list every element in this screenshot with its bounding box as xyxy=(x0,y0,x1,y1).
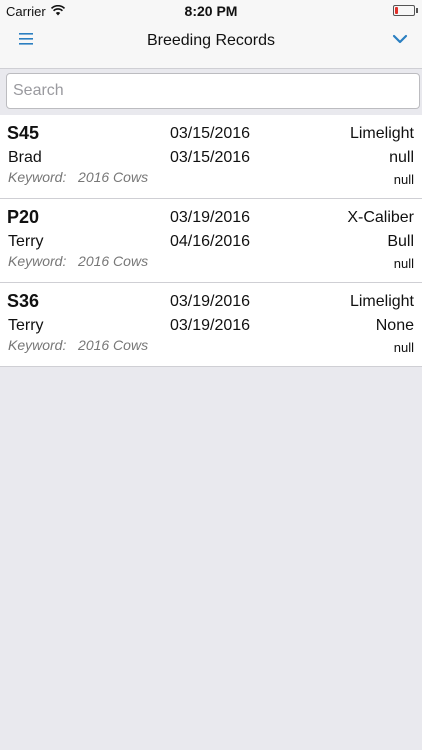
record-name: Terry xyxy=(8,233,44,250)
record-date-primary: 03/15/2016 xyxy=(170,125,251,142)
record-sire: Limelight xyxy=(349,125,414,142)
record-date-primary: 03/19/2016 xyxy=(170,209,251,226)
record-sire: X-Caliber xyxy=(347,209,414,226)
chevron-down-icon xyxy=(392,34,408,44)
record-keyword: Keyword: 2016 Cows xyxy=(8,169,149,185)
record-date-secondary: 04/16/2016 xyxy=(170,233,251,250)
status-time: 8:20 PM xyxy=(184,3,238,19)
record-date-secondary: 03/15/2016 xyxy=(170,149,251,166)
record-row[interactable]: P20 Terry Keyword: 2016 Cows 03/19/2016 … xyxy=(0,199,422,283)
navigation-bar: Breeding Records xyxy=(0,22,422,69)
status-bar: Carrier 8:20 PM xyxy=(0,0,422,22)
page-title: Breeding Records xyxy=(146,32,276,49)
record-code: S36 xyxy=(7,291,40,311)
dropdown-button[interactable] xyxy=(388,29,412,49)
records-list: S45 Brad Keyword: 2016 Cows 03/15/2016 0… xyxy=(0,115,422,367)
record-row[interactable]: S45 Brad Keyword: 2016 Cows 03/15/2016 0… xyxy=(0,115,422,199)
record-extra: null xyxy=(393,256,414,271)
search-bar xyxy=(0,69,422,115)
record-name: Brad xyxy=(8,149,42,166)
menu-button[interactable] xyxy=(13,29,39,49)
record-keyword: Keyword: 2016 Cows xyxy=(8,337,149,353)
record-code: S45 xyxy=(7,123,40,143)
record-keyword: Keyword: 2016 Cows xyxy=(8,253,149,269)
record-type: None xyxy=(375,317,414,334)
record-type: null xyxy=(389,149,414,166)
battery-tip xyxy=(416,8,418,13)
record-type: Bull xyxy=(387,233,414,250)
record-code: P20 xyxy=(7,207,40,227)
record-extra: null xyxy=(393,340,414,355)
record-name: Terry xyxy=(8,317,44,334)
hamburger-icon xyxy=(19,33,33,45)
battery-level xyxy=(395,7,398,14)
record-row[interactable]: S36 Terry Keyword: 2016 Cows 03/19/2016 … xyxy=(0,283,422,367)
record-sire: Limelight xyxy=(349,293,414,310)
record-date-primary: 03/19/2016 xyxy=(170,293,251,310)
record-date-secondary: 03/19/2016 xyxy=(170,317,251,334)
search-input[interactable] xyxy=(6,73,420,109)
record-extra: null xyxy=(393,172,414,187)
battery-icon xyxy=(393,5,415,16)
